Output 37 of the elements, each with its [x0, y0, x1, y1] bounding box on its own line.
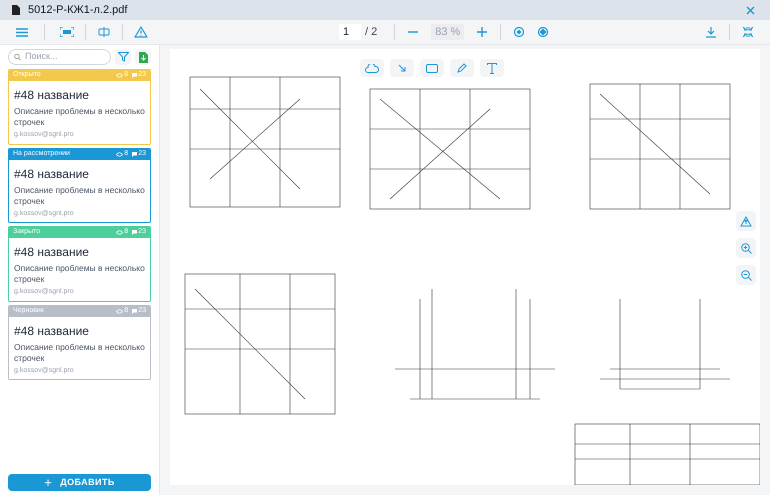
zoom-out-icon[interactable] [736, 265, 756, 285]
comment-icon [132, 230, 138, 235]
export-button[interactable] [135, 49, 151, 65]
text-tool-icon[interactable] [480, 59, 504, 77]
cloud-tool-icon[interactable] [360, 59, 384, 77]
zoom-level: 83 % [431, 24, 464, 40]
issue-title: #48 название [14, 244, 90, 261]
document-icon [12, 5, 20, 15]
comment-icon [132, 73, 138, 78]
arrow-tool-icon[interactable] [390, 59, 414, 77]
rectangle-tool-icon[interactable] [420, 59, 444, 77]
comment-icon [132, 308, 138, 314]
comment-icon [132, 152, 138, 156]
close-icon[interactable] [746, 6, 754, 14]
zoom-in-icon[interactable] [736, 238, 756, 258]
filter-button[interactable] [115, 49, 131, 65]
upload-icon[interactable] [736, 211, 756, 231]
search-icon [14, 53, 22, 61]
views-icon [116, 152, 124, 156]
views-icon [116, 308, 124, 314]
minus-icon[interactable] [408, 31, 418, 33]
issue-description: Описание проблемы в несколько строчек [14, 263, 145, 285]
pencil-tool-icon[interactable] [450, 59, 474, 77]
issue-description: Описание проблемы в несколько строчек [14, 342, 145, 364]
issue-title: #48 название [14, 322, 90, 340]
page-total: / 2 [365, 24, 378, 40]
plus-icon[interactable] [477, 27, 488, 37]
search-input[interactable]: Поиск... [25, 50, 105, 64]
page-input[interactable]: 1 [339, 24, 361, 40]
issue-description: Описание проблемы в несколько строчек [14, 106, 145, 128]
issue-title: #48 название [14, 166, 90, 182]
views-icon [116, 230, 124, 235]
window-title: 5012-Р-КЖ1-л.2.pdf [28, 2, 128, 18]
issue-title: #48 название [14, 87, 90, 104]
views-icon [116, 73, 124, 78]
issue-description: Описание проблемы в несколько строчек [14, 184, 145, 206]
search-field[interactable]: Поиск... [8, 49, 111, 65]
